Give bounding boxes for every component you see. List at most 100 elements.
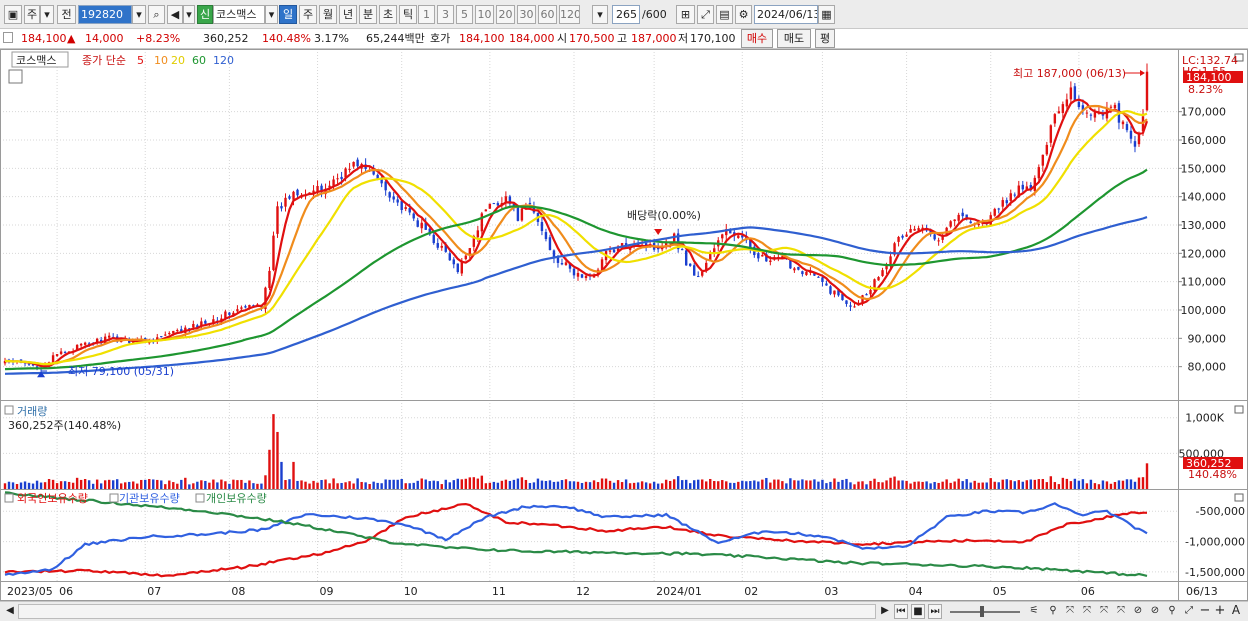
period-button-3[interactable]: 년: [339, 5, 357, 24]
tool-icon-4[interactable]: ⤧: [1080, 604, 1094, 619]
volume-bar: [632, 482, 636, 489]
checkbox-icon[interactable]: [3, 32, 13, 43]
volume-bar: [144, 479, 147, 489]
tool-icon-10[interactable]: ⤢: [1182, 604, 1196, 619]
tool-icon-2[interactable]: ⚲: [1046, 604, 1060, 619]
horizontal-scrollbar[interactable]: [18, 604, 876, 619]
volume-tick-label: 1,000K: [1185, 412, 1224, 425]
panel-close-icon[interactable]: [1234, 493, 1244, 502]
holdings-inst-box[interactable]: [109, 493, 119, 503]
count-input[interactable]: 265: [612, 5, 640, 24]
period-button-0[interactable]: 일: [279, 5, 297, 24]
volume-panel-box[interactable]: [4, 405, 14, 415]
zoom-out-icon[interactable]: −: [1199, 604, 1211, 619]
interval-dropdown-icon[interactable]: ▾: [592, 5, 608, 24]
stock-code-input[interactable]: 192820: [78, 5, 132, 24]
market-dropdown-icon[interactable]: ▾: [40, 5, 54, 24]
holdings-panel-box[interactable]: [4, 493, 14, 503]
volume-bar: [1009, 480, 1012, 489]
volume-bar: [909, 483, 912, 489]
zoom-slider[interactable]: [950, 604, 1020, 619]
volume-value: 360,252: [203, 32, 249, 45]
panel-close-icon[interactable]: [1234, 405, 1244, 414]
tool-icon-3[interactable]: ⤧: [1063, 604, 1077, 619]
eval-button[interactable]: 평: [815, 29, 835, 48]
low-annotation: 최저 79,100 (05/31): [68, 365, 174, 378]
volume-bar: [120, 483, 123, 489]
volume-bar: [580, 482, 584, 489]
scroll-right-icon[interactable]: ▶: [879, 604, 891, 619]
settings-icon[interactable]: ⚙: [735, 5, 752, 24]
volume-bar: [280, 461, 283, 489]
draw-tool-icon[interactable]: ⤢: [697, 5, 714, 24]
candle-body: [584, 275, 588, 279]
interval-button-10[interactable]: 10: [475, 5, 494, 24]
stock-name-field[interactable]: 코스맥스: [213, 5, 265, 24]
code-dropdown-icon[interactable]: ▾: [132, 5, 146, 24]
table-toggle-icon[interactable]: [8, 69, 23, 84]
period-button-4[interactable]: 분: [359, 5, 377, 24]
volume-bar: [300, 480, 303, 489]
period-button-6[interactable]: 틱: [399, 5, 417, 24]
calendar-icon[interactable]: ▦: [818, 5, 835, 24]
volume-bar: [156, 479, 159, 489]
volume-bar: [901, 480, 904, 489]
font-size-icon[interactable]: A: [1229, 604, 1243, 619]
volume-bar: [196, 481, 199, 489]
tool-icon-8[interactable]: ⊘: [1148, 604, 1162, 619]
holdings-indiv-box[interactable]: [195, 493, 205, 503]
volume-bar: [528, 483, 532, 489]
interval-button-5[interactable]: 5: [456, 5, 473, 24]
volume-title: 거래량: [17, 405, 47, 418]
volume-bar: [71, 482, 75, 489]
period-button-1[interactable]: 주: [299, 5, 317, 24]
tool-icon-1[interactable]: ⚟: [1025, 604, 1043, 619]
stop-icon[interactable]: ■: [911, 604, 925, 619]
search-icon[interactable]: ⌕: [148, 5, 165, 24]
scroll-left-icon[interactable]: ◀: [4, 604, 16, 619]
sound-icon[interactable]: ◀: [167, 5, 183, 24]
market-button[interactable]: 주: [24, 5, 40, 24]
volume-bar: [1033, 479, 1037, 489]
volume-bar: [180, 479, 183, 489]
period-button-5[interactable]: 초: [379, 5, 397, 24]
volume-bar: [572, 481, 576, 489]
sound-dropdown-icon[interactable]: ▾: [183, 5, 195, 24]
volume-bar: [705, 481, 708, 489]
x-tick-label: 05: [993, 585, 1007, 598]
layout-icon[interactable]: ▣: [4, 5, 22, 24]
interval-button-20[interactable]: 20: [496, 5, 515, 24]
candle-body: [757, 253, 760, 259]
interval-button-1[interactable]: 1: [418, 5, 435, 24]
tool-icon-6[interactable]: ⤧: [1114, 604, 1128, 619]
volume-bar: [340, 482, 343, 489]
interval-button-30[interactable]: 30: [517, 5, 536, 24]
candle-body: [408, 208, 411, 213]
last-page-icon[interactable]: ⏭: [928, 604, 942, 619]
interval-button-120[interactable]: 120: [559, 5, 580, 24]
stock-chart[interactable]: 80,000 90,000 100,000 110,000 120,000 130,000…: [0, 49, 1248, 601]
market-select[interactable]: 전: [57, 5, 76, 24]
volume-bar: [152, 479, 155, 489]
volume-bar: [260, 483, 263, 489]
interval-button-3[interactable]: 3: [437, 5, 454, 24]
sell-button[interactable]: 매도: [777, 29, 811, 48]
volume-bar: [284, 480, 287, 489]
chart-type-icon[interactable]: ⊞: [676, 5, 695, 24]
period-button-2[interactable]: 월: [319, 5, 337, 24]
tool-icon-5[interactable]: ⤧: [1097, 604, 1111, 619]
candle-body: [580, 274, 584, 278]
interval-button-60[interactable]: 60: [538, 5, 557, 24]
candle-body: [296, 189, 299, 196]
name-dropdown-icon[interactable]: ▾: [265, 5, 278, 24]
zoom-in-icon[interactable]: +: [1214, 604, 1226, 619]
volume-bar: [640, 481, 644, 489]
first-page-icon[interactable]: ⏮: [894, 604, 908, 619]
tool-icon-9[interactable]: ⚲: [1165, 604, 1179, 619]
volume-bar: [1145, 463, 1149, 489]
save-icon[interactable]: ▤: [716, 5, 733, 24]
tool-icon-7[interactable]: ⊘: [1131, 604, 1145, 619]
date-input[interactable]: 2024/06/13: [754, 5, 818, 24]
volume-bar: [376, 482, 379, 489]
buy-button[interactable]: 매수: [741, 29, 773, 48]
